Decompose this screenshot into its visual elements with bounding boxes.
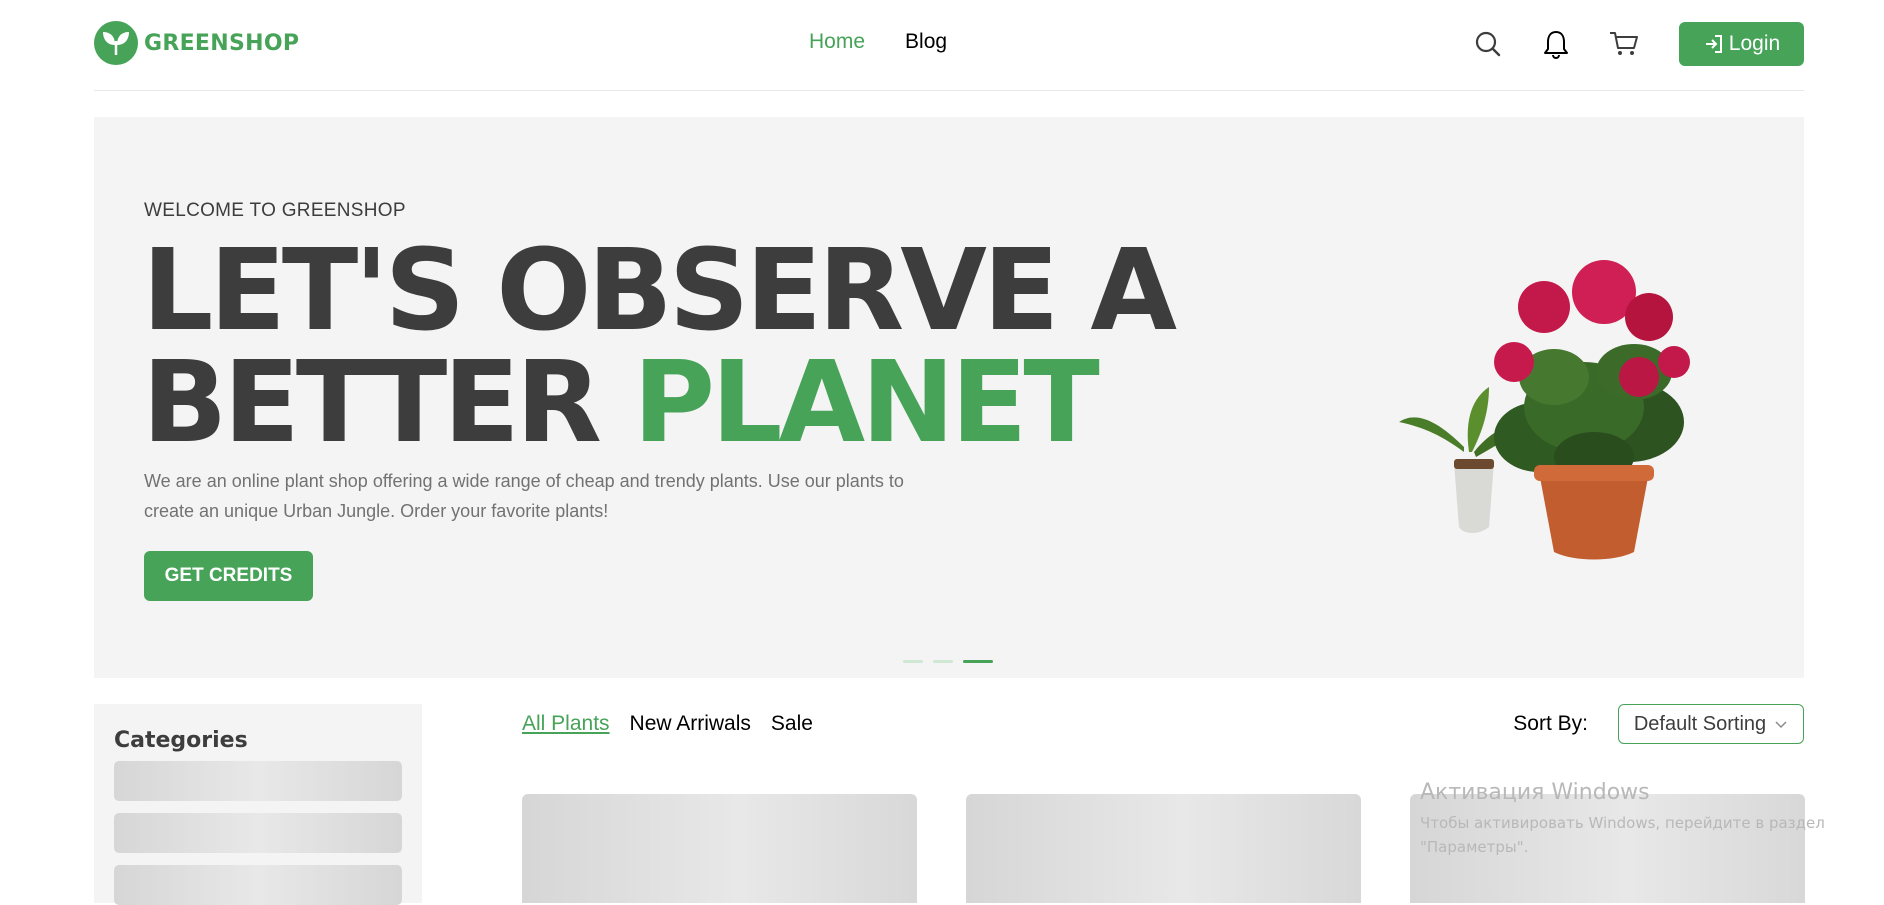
hero-banner: WELCOME TO GREENSHOP LET'S OBSERVE A BET… [94,117,1804,678]
leaf-logo-icon [94,21,138,65]
categories-title: Categories [114,728,248,753]
windows-activation-watermark: Активация Windows Чтобы активировать Win… [1420,780,1860,859]
hero-title-accent: PLANET [632,338,1100,468]
get-credits-button[interactable]: GET CREDITS [144,551,313,601]
login-label: Login [1728,32,1781,55]
carousel-dot-active[interactable] [963,660,993,663]
watermark-title: Активация Windows [1420,780,1650,805]
sort-select[interactable]: Default Sorting [1618,704,1804,744]
category-skeleton [114,865,402,905]
tab-new-arrivals[interactable]: New Arriwals [630,712,751,736]
nav-blog[interactable]: Blog [905,30,947,54]
hero-title-line2: BETTER PLANET [142,347,1173,459]
product-card-skeleton [966,794,1361,903]
logo[interactable]: GREENSHOP [94,21,299,65]
carousel-dot[interactable] [933,660,953,663]
product-card-skeleton [522,794,917,903]
chevron-down-icon [1775,721,1787,729]
header: GREENSHOP Home Blog Login [94,0,1804,91]
login-icon [1705,35,1722,53]
hero-title-plain: BETTER [142,338,633,468]
page: GREENSHOP Home Blog Login WELCOME TO GRE… [0,0,1884,905]
sort-control: Sort By: Default Sorting [1513,704,1804,744]
sort-label: Sort By: [1513,712,1588,735]
bell-icon[interactable] [1539,27,1573,61]
tab-all-plants[interactable]: All Plants [522,712,610,736]
watermark-text: Чтобы активировать Windows, перейдите в … [1420,814,1825,856]
category-skeleton [114,761,402,801]
header-actions: Login [1471,21,1804,67]
hero-title: LET'S OBSERVE A BETTER PLANET [142,226,1177,459]
potted-plant-image [1399,260,1690,560]
main-nav: Home Blog [809,30,947,54]
carousel-dots [903,660,993,663]
tab-sale[interactable]: Sale [771,712,813,736]
sort-value: Default Sorting [1633,712,1767,735]
nav-home[interactable]: Home [809,30,865,54]
hero-title-line1: LET'S OBSERVE A [142,226,1177,356]
category-skeleton [114,813,402,853]
search-icon[interactable] [1471,27,1505,61]
categories-sidebar: Categories [94,704,422,905]
hero-description: We are an online plant shop offering a w… [144,471,904,521]
cart-icon[interactable] [1607,27,1641,61]
brand-name: GREENSHOP [144,30,300,56]
carousel-dot[interactable] [903,660,923,663]
login-button[interactable]: Login [1679,22,1804,66]
product-filter-tabs: All Plants New Arriwals Sale [522,712,813,736]
hero-subtitle: WELCOME TO GREENSHOP [144,200,406,221]
